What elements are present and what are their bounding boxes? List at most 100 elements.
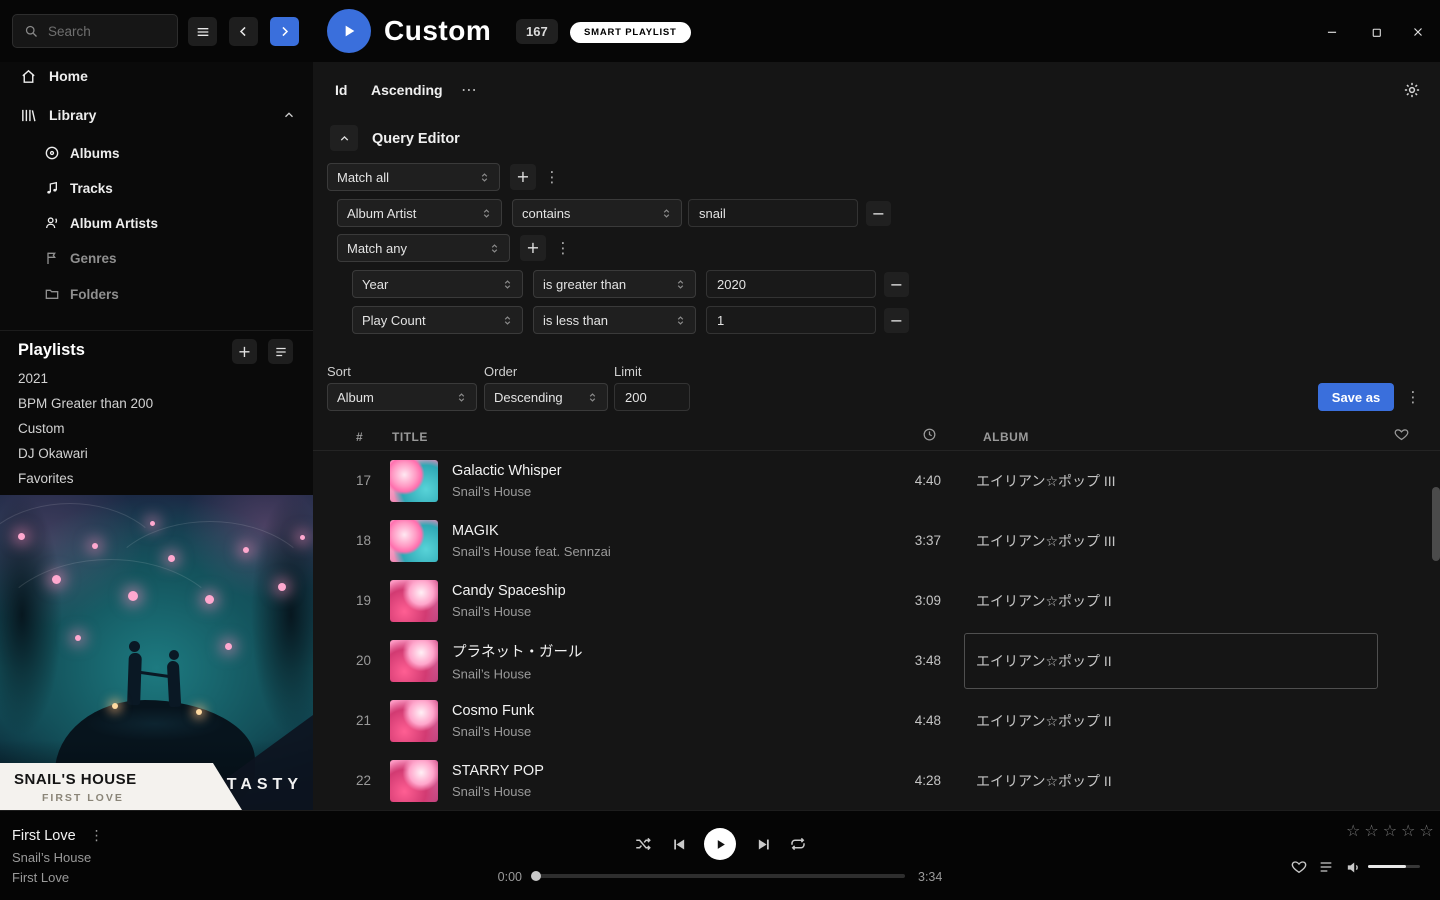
sidebar-item-genres[interactable]: Genres	[0, 244, 313, 272]
close-button[interactable]	[1408, 22, 1428, 42]
sidebar-item-album-artists[interactable]: Album Artists	[0, 209, 313, 237]
track-title: MAGIK	[452, 523, 611, 539]
shuffle-button[interactable]	[634, 835, 652, 853]
rule-field-select[interactable]: Play Count	[352, 306, 523, 334]
album-art-thumbnail	[390, 460, 438, 502]
menu-button[interactable]	[188, 17, 217, 46]
collapse-query-editor-button[interactable]	[330, 125, 358, 151]
unfold-icon	[456, 392, 467, 403]
play-playlist-button[interactable]	[327, 9, 371, 53]
playlist-item[interactable]: DJ Okawari	[18, 446, 88, 466]
scrollbar-thumb[interactable]	[1432, 487, 1440, 561]
maximize-button[interactable]	[1366, 22, 1386, 42]
rule-field-select[interactable]: Year	[352, 270, 523, 298]
column-index: #	[356, 430, 363, 444]
match-all-select[interactable]: Match all	[327, 163, 500, 191]
unfold-icon	[661, 208, 672, 219]
star-icon[interactable]: ☆	[1383, 823, 1399, 839]
track-album-selected-cell[interactable]: エイリアン☆ポップ II	[964, 633, 1378, 689]
chevron-right-icon	[277, 24, 292, 39]
rule-operator-select[interactable]: is greater than	[533, 270, 696, 298]
rule-group-menu-button[interactable]: ⋮	[556, 235, 570, 261]
sort-direction-button[interactable]: Ascending	[371, 82, 443, 98]
sidebar-item-folders[interactable]: Folders	[0, 280, 313, 308]
settings-button[interactable]	[1403, 81, 1421, 99]
add-rule-button[interactable]: +	[510, 164, 536, 190]
track-row[interactable]: 17 Galactic WhisperSnail’s House 4:40 エイ…	[313, 451, 1440, 511]
more-options-button[interactable]: ⋯	[461, 82, 477, 98]
sidebar-item-albums[interactable]: Albums	[0, 139, 313, 167]
list-icon	[274, 345, 288, 359]
playlist-item[interactable]: Favorites	[18, 471, 74, 491]
queue-button[interactable]	[1317, 858, 1335, 876]
repeat-button[interactable]	[789, 835, 807, 853]
remove-rule-button[interactable]: −	[884, 272, 909, 297]
playlist-item[interactable]: Custom	[18, 421, 65, 441]
track-title: STARRY POP	[452, 763, 544, 779]
unfold-icon	[675, 279, 686, 290]
gear-icon	[1403, 81, 1421, 99]
rule-value-input[interactable]	[688, 199, 858, 227]
back-button[interactable]	[229, 17, 258, 46]
unfold-icon	[587, 392, 598, 403]
play-icon	[341, 23, 357, 39]
remove-rule-button[interactable]: −	[866, 201, 891, 226]
now-playing-menu-button[interactable]: ⋮	[90, 829, 104, 843]
rule-operator-select[interactable]: is less than	[533, 306, 696, 334]
track-row[interactable]: 21 Cosmo FunkSnail’s House 4:48 エイリアン☆ポッ…	[313, 691, 1440, 751]
select-value: Play Count	[362, 313, 426, 328]
rule-field-select[interactable]: Album Artist	[337, 199, 502, 227]
playlist-item[interactable]: BPM Greater than 200	[18, 396, 153, 416]
volume-slider[interactable]	[1368, 865, 1420, 868]
select-value: Match any	[347, 241, 407, 256]
track-row[interactable]: 18 MAGIK Snail’s House feat. Sennzai 3:37…	[313, 511, 1440, 571]
sidebar-item-library[interactable]: Library	[0, 101, 313, 129]
forward-button[interactable]	[270, 17, 299, 46]
limit-input[interactable]	[614, 383, 690, 411]
rule-group-menu-button[interactable]: ⋮	[545, 164, 559, 190]
track-number: 18	[356, 533, 371, 548]
sidebar-item-home[interactable]: Home	[0, 62, 313, 90]
sidebar-item-label: Folders	[70, 287, 119, 302]
rule-value-input[interactable]	[706, 270, 876, 298]
chevron-up-icon[interactable]	[282, 108, 296, 122]
star-icon[interactable]: ☆	[1401, 823, 1417, 839]
seek-knob[interactable]	[531, 871, 541, 881]
page-title: Custom	[384, 15, 491, 47]
music-note-icon	[44, 180, 60, 196]
previous-button[interactable]	[669, 835, 687, 853]
rule-value-input[interactable]	[706, 306, 876, 334]
match-any-select[interactable]: Match any	[337, 234, 510, 262]
search-input[interactable]	[48, 24, 158, 39]
play-pause-button[interactable]	[704, 828, 736, 860]
star-icon[interactable]: ☆	[1346, 823, 1362, 839]
playlist-list-button[interactable]	[268, 339, 293, 364]
track-row[interactable]: 22 STARRY POPSnail’s House 4:28 エイリアン☆ポッ…	[313, 751, 1440, 810]
playlist-item[interactable]: 2021	[18, 371, 48, 391]
sidebar-item-label: Album Artists	[70, 216, 158, 231]
column-title: TITLE	[392, 430, 428, 444]
sidebar-item-tracks[interactable]: Tracks	[0, 174, 313, 202]
sort-field-button[interactable]: Id	[335, 82, 347, 98]
remove-rule-button[interactable]: −	[884, 308, 909, 333]
save-as-button[interactable]: Save as	[1318, 383, 1394, 411]
track-row[interactable]: 19 Candy SpaceshipSnail’s House 3:09 エイリ…	[313, 571, 1440, 631]
track-row[interactable]: 20 プラネット・ガールSnail’s House 3:48 エイリアン☆ポップ…	[313, 631, 1440, 691]
rule-operator-select[interactable]: contains	[512, 199, 682, 227]
star-icon[interactable]: ☆	[1419, 823, 1435, 839]
minimize-button[interactable]	[1322, 22, 1342, 42]
order-select[interactable]: Descending	[484, 383, 608, 411]
track-number: 21	[356, 713, 371, 728]
track-duration: 3:37	[861, 533, 941, 548]
favorite-button[interactable]	[1290, 858, 1308, 876]
star-icon[interactable]: ☆	[1364, 823, 1380, 839]
query-menu-button[interactable]: ⋮	[1406, 384, 1420, 410]
add-rule-button[interactable]: +	[520, 235, 546, 261]
next-button[interactable]	[755, 835, 773, 853]
volume-button[interactable]	[1344, 858, 1362, 876]
seek-bar[interactable]	[535, 874, 905, 878]
track-artist: Snail’s House feat. Sennzai	[452, 544, 611, 559]
sort-select[interactable]: Album	[327, 383, 477, 411]
add-playlist-button[interactable]: +	[232, 339, 257, 364]
search-box[interactable]	[12, 14, 178, 48]
